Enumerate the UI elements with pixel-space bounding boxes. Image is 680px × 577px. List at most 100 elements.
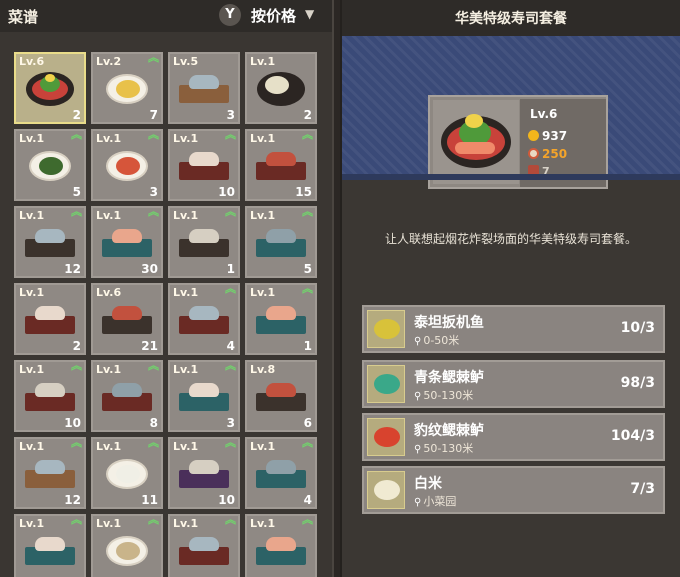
upgrade-arrow-icon: ︽: [148, 205, 159, 218]
ingredient-name: 白米: [414, 476, 442, 492]
ingredient-row[interactable]: 泰坦扳机鱼 ⚲ 0-50米 10/3: [362, 305, 665, 353]
sort-y-button-icon[interactable]: Y: [219, 4, 241, 26]
recipe-cell[interactable]: Lv.6 21: [91, 283, 163, 355]
upgrade-arrow-icon: ︽: [225, 205, 236, 218]
recipe-cell[interactable]: Lv.2 ︽ 7: [91, 52, 163, 124]
ingredient-row[interactable]: 青条鳃棘鲈 ⚲ 50-130米 98/3: [362, 360, 665, 408]
recipe-level: Lv.1: [173, 363, 199, 376]
recipe-cell[interactable]: Lv.1 ︽ 12: [14, 437, 86, 509]
sushi-dish-icon: [25, 537, 75, 566]
upgrade-arrow-icon: ︽: [71, 436, 82, 449]
recipe-count: 10: [64, 416, 81, 430]
sort-by-price-label[interactable]: 按价格: [251, 5, 296, 26]
onigiri-dish-icon: [106, 459, 148, 490]
recipe-count: 4: [303, 493, 312, 507]
recipe-detail-title: 华美特级寿司套餐: [455, 11, 567, 27]
recipe-cell[interactable]: Lv.1 ︽ 3: [168, 360, 240, 432]
recipe-level: Lv.1: [173, 517, 199, 530]
recipe-count: 5: [303, 262, 312, 276]
recipe-cell[interactable]: Lv.1 ︽: [91, 514, 163, 577]
recipe-cell[interactable]: Lv.1 ︽ 30: [91, 206, 163, 278]
recipe-level: Lv.1: [96, 209, 122, 222]
upgrade-arrow-icon: ︽: [148, 128, 159, 141]
ingredient-name: 豹纹鳃棘鲈: [414, 423, 484, 439]
recipe-count: 10: [218, 493, 235, 507]
tip-value: 250: [542, 147, 568, 161]
recipe-level: Lv.1: [250, 209, 276, 222]
bowl-dish-icon: [106, 536, 148, 567]
upgrade-arrow-icon: ︽: [302, 436, 313, 449]
salad-dish-icon: [106, 151, 148, 182]
recipe-count: 15: [295, 185, 312, 199]
recipe-cell[interactable]: Lv.1 ︽ 15: [245, 129, 317, 201]
recipe-cell[interactable]: Lv.1 ︽ 3: [91, 129, 163, 201]
sushi-dish-icon: [256, 152, 306, 181]
recipe-cell[interactable]: Lv.1 ︽: [14, 514, 86, 577]
ingredient-location: ⚲ 50-130米: [414, 440, 473, 456]
recipe-cell[interactable]: Lv.1 ︽: [168, 514, 240, 577]
recipe-count: 8: [149, 416, 158, 430]
recipe-cell[interactable]: Lv.5 3: [168, 52, 240, 124]
recipe-cell[interactable]: Lv.1 ︽ 1: [168, 206, 240, 278]
omelette-dish-icon: [106, 74, 148, 105]
recipe-cell[interactable]: Lv.1 ︽ 10: [14, 360, 86, 432]
ingredient-location: ⚲ 0-50米: [414, 332, 459, 348]
recipe-cell[interactable]: Lv.1 2: [245, 52, 317, 124]
recipe-level: Lv.1: [19, 286, 45, 299]
detail-header: 华美特级寿司套餐: [342, 0, 680, 36]
recipe-count: 2: [72, 108, 81, 122]
recipe-cell[interactable]: Lv.1 ︽ 5: [14, 129, 86, 201]
sushi-dish-icon: [25, 306, 75, 335]
recipe-detail-panel: 华美特级寿司套餐 Lv.6 937 250 7 让人联想起烟花炸裂场面的华美特级…: [342, 0, 680, 577]
gold-coin-icon: [528, 130, 539, 141]
ingredient-row[interactable]: 豹纹鳃棘鲈 ⚲ 50-130米 104/3: [362, 413, 665, 461]
sushi-dish-icon: [179, 75, 229, 104]
blue-striped-grouper-icon: [367, 365, 405, 403]
sushi-dish-icon: [256, 306, 306, 335]
recipe-level: Lv.1: [173, 440, 199, 453]
recipe-cell[interactable]: Lv.1 ︽ 4: [168, 283, 240, 355]
ingredient-row[interactable]: 白米 ⚲ 小菜园 7/3: [362, 466, 665, 514]
location-pin-icon: ⚲: [414, 444, 422, 455]
recipe-cell[interactable]: Lv.1 ︽ 10: [168, 129, 240, 201]
ingredient-count: 98/3: [620, 375, 655, 391]
upgrade-arrow-icon: ︽: [302, 282, 313, 295]
location-text: 小菜园: [423, 495, 457, 508]
recipe-cell[interactable]: Lv.1 ︽ 11: [91, 437, 163, 509]
location-text: 50-130米: [423, 442, 474, 455]
recipe-cell[interactable]: Lv.1 ︽ 12: [14, 206, 86, 278]
sushi-dish-icon: [256, 383, 306, 412]
recipe-cell[interactable]: Lv.1 ︽ 8: [91, 360, 163, 432]
recipe-cell[interactable]: Lv.8 6: [245, 360, 317, 432]
recipe-count: 30: [141, 262, 158, 276]
recipe-grid-area[interactable]: Lv.6 2 Lv.2 ︽ 7 Lv.5 3 Lv.1 2 Lv.1 ︽ 5 Lv.1 ︽ 3 Lv.1 ︽ 10…: [0, 32, 332, 577]
sort-dropdown-arrow-icon[interactable]: ▼: [305, 7, 314, 21]
recipe-count: 4: [226, 339, 235, 353]
recipe-cell[interactable]: Lv.1 ︽ 1: [245, 283, 317, 355]
panel-divider: [332, 0, 342, 577]
recipe-cell[interactable]: Lv.1 2: [14, 283, 86, 355]
recipe-cell[interactable]: Lv.1 ︽: [245, 514, 317, 577]
recipe-level: Lv.1: [250, 517, 276, 530]
recipe-cell[interactable]: Lv.1 ︽ 4: [245, 437, 317, 509]
recipe-count: 10: [218, 185, 235, 199]
sushi-dish-icon: [25, 460, 75, 489]
recipe-count: 1: [226, 262, 235, 276]
recipe-level: Lv.1: [250, 286, 276, 299]
ingredient-count: 10/3: [620, 320, 655, 336]
recipe-count: 2: [303, 108, 312, 122]
recipe-cell[interactable]: Lv.1 ︽ 5: [245, 206, 317, 278]
recipe-count: 21: [141, 339, 158, 353]
flower-dish-icon: [257, 72, 305, 107]
recipe-count: 12: [64, 262, 81, 276]
recipe-grid: Lv.6 2 Lv.2 ︽ 7 Lv.5 3 Lv.1 2 Lv.1 ︽ 5 Lv.1 ︽ 3 Lv.1 ︽ 10…: [14, 52, 317, 577]
location-text: 50-130米: [423, 389, 474, 402]
recipe-cell[interactable]: Lv.6 2: [14, 52, 86, 124]
recipe-title: 菜谱: [8, 8, 39, 26]
recipe-cell[interactable]: Lv.1 ︽ 10: [168, 437, 240, 509]
upgrade-arrow-icon: ︽: [71, 205, 82, 218]
ingredient-location: ⚲ 50-130米: [414, 387, 473, 403]
sushi-dish-icon: [25, 383, 75, 412]
recipe-count: 1: [303, 339, 312, 353]
recipe-level: Lv.1: [96, 517, 122, 530]
